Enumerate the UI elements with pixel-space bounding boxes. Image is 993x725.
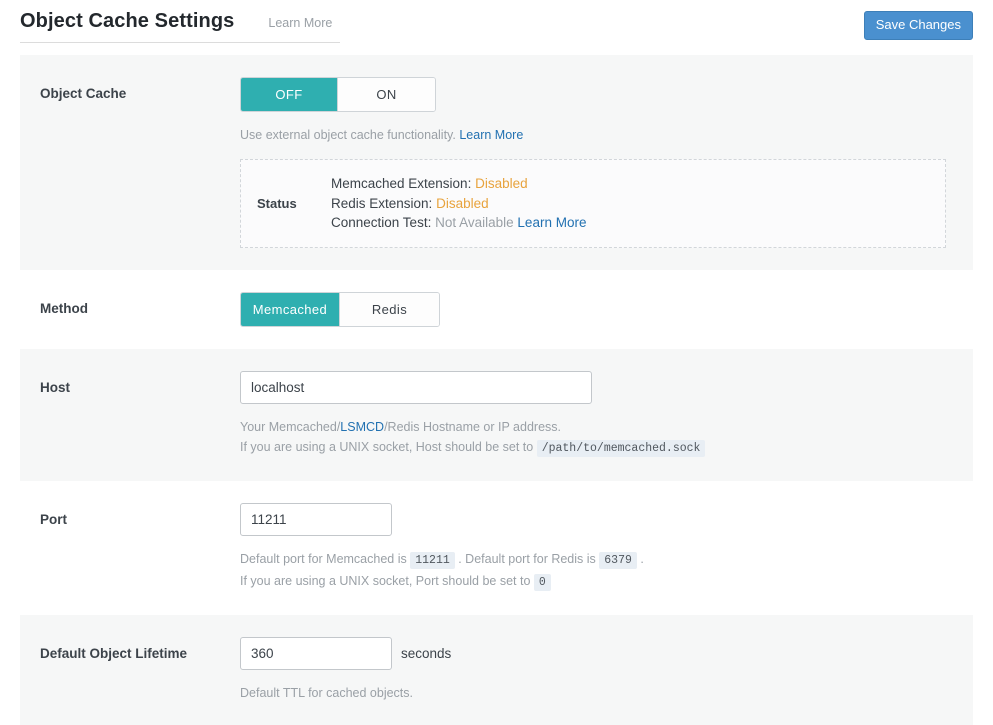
method-toggle-redis[interactable]: Redis: [340, 292, 439, 326]
host-socket-desc: If you are using a UNIX socket, Host sho…: [240, 439, 534, 454]
page-header: Object Cache Settings Learn More Save Ch…: [0, 0, 993, 55]
host-socket-path-code: /path/to/memcached.sock: [536, 439, 706, 457]
port-description-line-2: If you are using a UNIX socket, Port sho…: [240, 571, 953, 593]
object-cache-learn-more-link[interactable]: Learn More: [459, 128, 523, 142]
header-learn-more-link[interactable]: Learn More: [268, 16, 332, 30]
row-body-default-object-lifetime: seconds Default TTL for cached objects.: [240, 636, 973, 703]
object-cache-toggle-on[interactable]: ON: [338, 78, 435, 111]
port-description-line-1: Default port for Memcached is 11211 . De…: [240, 549, 953, 571]
host-description-line-1: Your Memcached/LSMCD/Redis Hostname or I…: [240, 417, 953, 437]
host-description: Your Memcached/LSMCD/Redis Hostname or I…: [240, 417, 953, 459]
port-desc-period: .: [640, 551, 644, 566]
port-redis-default-code: 6379: [599, 551, 637, 569]
lifetime-input-row: seconds: [240, 636, 953, 670]
status-label-connection-test: Connection Test:: [331, 215, 432, 230]
lifetime-unit-label: seconds: [401, 645, 452, 661]
default-object-lifetime-input[interactable]: [240, 636, 392, 670]
lifetime-description: Default TTL for cached objects.: [240, 685, 414, 700]
row-label-method: Method: [40, 300, 88, 316]
page-title: Object Cache Settings: [20, 10, 235, 32]
status-value-memcached-extension: Disabled: [475, 176, 528, 191]
settings-table: Object Cache OFF ON Use external object …: [20, 55, 973, 725]
status-label-memcached-extension: Memcached Extension:: [331, 176, 472, 191]
port-description: Default port for Memcached is 11211 . De…: [240, 549, 953, 593]
port-input[interactable]: [240, 502, 392, 536]
status-value-redis-extension: Disabled: [436, 195, 489, 211]
port-socket-desc: If you are using a UNIX socket, Port sho…: [240, 573, 531, 588]
object-cache-status-box: Status Memcached Extension: Disabled Red…: [240, 159, 946, 248]
status-label-redis-extension: Redis Extension:: [331, 195, 433, 211]
save-changes-button[interactable]: Save Changes: [863, 11, 973, 40]
host-description-line-2: If you are using a UNIX socket, Host sho…: [240, 437, 953, 459]
port-memcached-default-code: 11211: [410, 551, 455, 569]
row-body-object-cache: OFF ON Use external object cache functio…: [240, 77, 973, 248]
status-line-connection-test: Connection Test: Not Available Learn Mor…: [331, 213, 586, 233]
object-cache-toggle-off[interactable]: OFF: [241, 78, 338, 111]
method-toggle-memcached[interactable]: Memcached: [241, 292, 340, 326]
row-body-method: Memcached Redis: [240, 291, 973, 327]
object-cache-description-text: Use external object cache functionality.: [240, 128, 456, 142]
settings-row-host: Host Your Memcached/LSMCD/Redis Hostname…: [20, 348, 973, 481]
row-label-host: Host: [40, 379, 70, 395]
row-label-default-object-lifetime: Default Object Lifetime: [40, 645, 188, 661]
status-connection-test-learn-more-link[interactable]: Learn More: [517, 215, 586, 230]
port-desc-redis-mid: . Default port for Redis is: [458, 551, 596, 566]
lsmcd-link[interactable]: LSMCD: [340, 420, 384, 434]
status-value-connection-test: Not Available: [435, 215, 514, 230]
status-line-redis-extension: Redis Extension: Disabled: [331, 194, 586, 214]
settings-row-default-object-lifetime: Default Object Lifetime seconds Default …: [20, 614, 973, 725]
object-cache-toggle-group[interactable]: OFF ON: [240, 77, 436, 112]
row-label-object-cache: Object Cache: [40, 86, 127, 101]
method-toggle-group[interactable]: Memcached Redis: [240, 291, 440, 327]
object-cache-description: Use external object cache functionality.…: [240, 125, 953, 145]
status-line-memcached-extension: Memcached Extension: Disabled: [331, 174, 586, 194]
port-desc-memcached-pre: Default port for Memcached is: [240, 551, 407, 566]
status-box-lines: Memcached Extension: Disabled Redis Exte…: [331, 174, 586, 233]
row-label-port: Port: [40, 511, 67, 527]
settings-row-object-cache: Object Cache OFF ON Use external object …: [20, 55, 973, 270]
host-desc-post: /Redis Hostname or IP address.: [384, 419, 561, 434]
header-title-group: Object Cache Settings Learn More: [20, 10, 341, 43]
status-box-title: Status: [257, 195, 297, 211]
settings-row-port: Port Default port for Memcached is 11211…: [20, 480, 973, 615]
port-socket-value-code: 0: [533, 573, 551, 591]
settings-row-method: Method Memcached Redis: [20, 269, 973, 349]
row-body-port: Default port for Memcached is 11211 . De…: [240, 502, 973, 593]
host-desc-pre: Your Memcached/: [240, 419, 341, 434]
host-input[interactable]: [240, 370, 592, 404]
row-body-host: Your Memcached/LSMCD/Redis Hostname or I…: [240, 370, 973, 459]
